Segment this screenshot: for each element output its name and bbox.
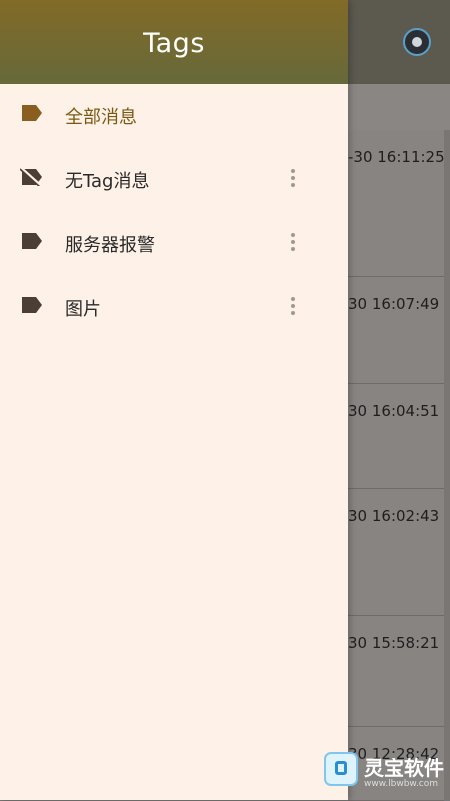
- drawer-item-label: 服务器报警: [65, 235, 155, 256]
- tag-off-icon: [20, 168, 43, 186]
- message-card[interactable]: 30 16:02:43: [348, 489, 444, 616]
- drawer-item-all-messages[interactable]: 全部消息: [0, 84, 348, 148]
- drawer-header: Tags: [0, 0, 348, 84]
- message-card[interactable]: 30 16:04:51: [348, 384, 444, 489]
- message-time: 30 16:02:43: [348, 507, 440, 525]
- drawer-item-images[interactable]: 图片: [0, 276, 348, 340]
- tag-icon: [22, 105, 42, 121]
- drawer-item-label: 无Tag消息: [65, 171, 150, 192]
- message-card[interactable]: 30 16:07:49: [348, 277, 444, 384]
- watermark-brand: 灵宝软件: [364, 756, 444, 780]
- more-options-icon[interactable]: [285, 294, 301, 318]
- tag-icon: [22, 297, 42, 313]
- watermark: 灵宝软件 www.lbwbw.com: [324, 750, 450, 794]
- drawer-item-server-alerts[interactable]: 服务器报警: [0, 212, 348, 276]
- drawer-item-label: 全部消息: [65, 107, 137, 128]
- tab-strip: [348, 84, 450, 130]
- tag-icon: [22, 233, 42, 249]
- tags-drawer: Tags 全部消息 无Tag消息 服务器报警 图片: [0, 0, 348, 800]
- more-options-icon[interactable]: [285, 230, 301, 254]
- user-avatar[interactable]: [403, 28, 431, 56]
- message-time: -30 16:11:25: [348, 148, 445, 166]
- message-time: 30 16:04:51: [348, 402, 440, 420]
- drawer-item-no-tag[interactable]: 无Tag消息: [0, 148, 348, 212]
- message-card[interactable]: -30 16:11:25: [348, 130, 445, 277]
- watermark-logo-icon: [324, 752, 358, 786]
- drawer-item-label: 图片: [65, 299, 101, 320]
- drawer-title: Tags: [143, 28, 205, 59]
- watermark-url: www.lbwbw.com: [364, 779, 439, 789]
- more-options-icon[interactable]: [285, 166, 301, 190]
- message-time: 30 16:07:49: [348, 295, 440, 313]
- message-card[interactable]: 30 15:58:21: [348, 616, 444, 727]
- message-time: 30 15:58:21: [348, 634, 440, 652]
